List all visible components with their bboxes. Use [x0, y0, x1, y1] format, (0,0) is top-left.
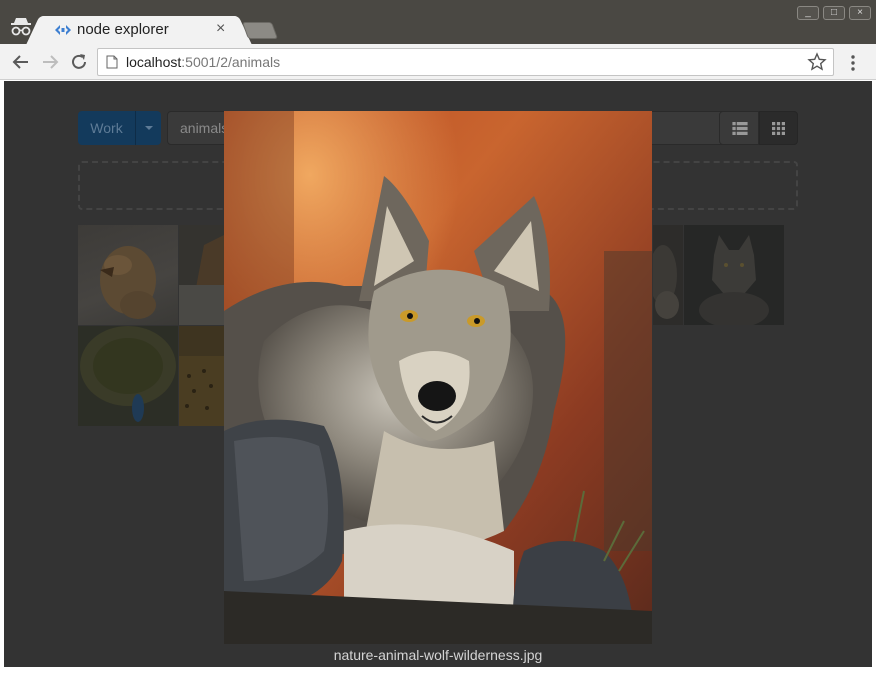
maximize-button[interactable]: □: [823, 6, 845, 20]
list-view-button[interactable]: [719, 111, 759, 145]
peacock-image: [80, 326, 176, 422]
window-frame-right: [872, 80, 876, 680]
tab-node-explorer[interactable]: node explorer ×: [40, 16, 238, 44]
url-host: localhost: [126, 54, 182, 70]
horse-image: [179, 225, 224, 325]
golden-retriever-image: [100, 246, 156, 319]
lightbox-caption: nature-animal-wolf-wilderness.jpg: [333, 647, 543, 663]
thumbnail-wolf-pack[interactable]: [653, 225, 683, 325]
tab-close-button[interactable]: ×: [216, 20, 225, 38]
node-explorer-favicon: [55, 25, 71, 35]
list-view-icon: [732, 122, 748, 135]
grid-view-icon: [772, 122, 785, 135]
browser-titlebar: node explorer × _ □ ×: [0, 0, 876, 44]
reload-icon[interactable]: [69, 52, 89, 72]
more-vert-icon[interactable]: [845, 53, 861, 73]
forward-arrow-icon[interactable]: [40, 52, 60, 72]
work-dropdown-toggle[interactable]: [135, 111, 161, 145]
cheetah-image: [179, 356, 224, 426]
wolf-pack-image: [653, 245, 679, 319]
work-button[interactable]: Work: [78, 111, 135, 145]
page-icon: [106, 55, 118, 69]
page-viewport: Work animals nature-animal-wolf-wilderne…: [4, 81, 872, 667]
url-text[interactable]: localhost:5001/2/animals: [126, 54, 280, 70]
window-frame-bottom: [0, 667, 876, 680]
thumbnail-peacock[interactable]: [78, 326, 178, 426]
thumbnail-golden-retriever[interactable]: [78, 225, 178, 325]
thumbnail-horse[interactable]: [179, 225, 224, 325]
address-bar[interactable]: localhost:5001/2/animals: [97, 48, 834, 76]
back-arrow-icon[interactable]: [11, 52, 31, 72]
minimize-button[interactable]: _: [797, 6, 819, 20]
window-frame-left: [0, 80, 4, 680]
lightbox-image[interactable]: [224, 111, 652, 644]
url-path: :5001/2/animals: [181, 54, 281, 70]
thumbnail-wolf[interactable]: [684, 225, 784, 325]
thumbnail-cheetah[interactable]: [179, 326, 224, 426]
browser-toolbar: localhost:5001/2/animals: [0, 44, 876, 80]
wolf-image: [224, 111, 652, 644]
wolf-thumbnail-image: [699, 235, 769, 325]
close-window-button[interactable]: ×: [849, 6, 871, 20]
new-tab-button[interactable]: [241, 22, 279, 39]
grid-view-button[interactable]: [759, 111, 798, 145]
star-icon[interactable]: [807, 52, 827, 72]
window-controls: _ □ ×: [797, 6, 873, 20]
tab-title: node explorer: [77, 21, 169, 38]
